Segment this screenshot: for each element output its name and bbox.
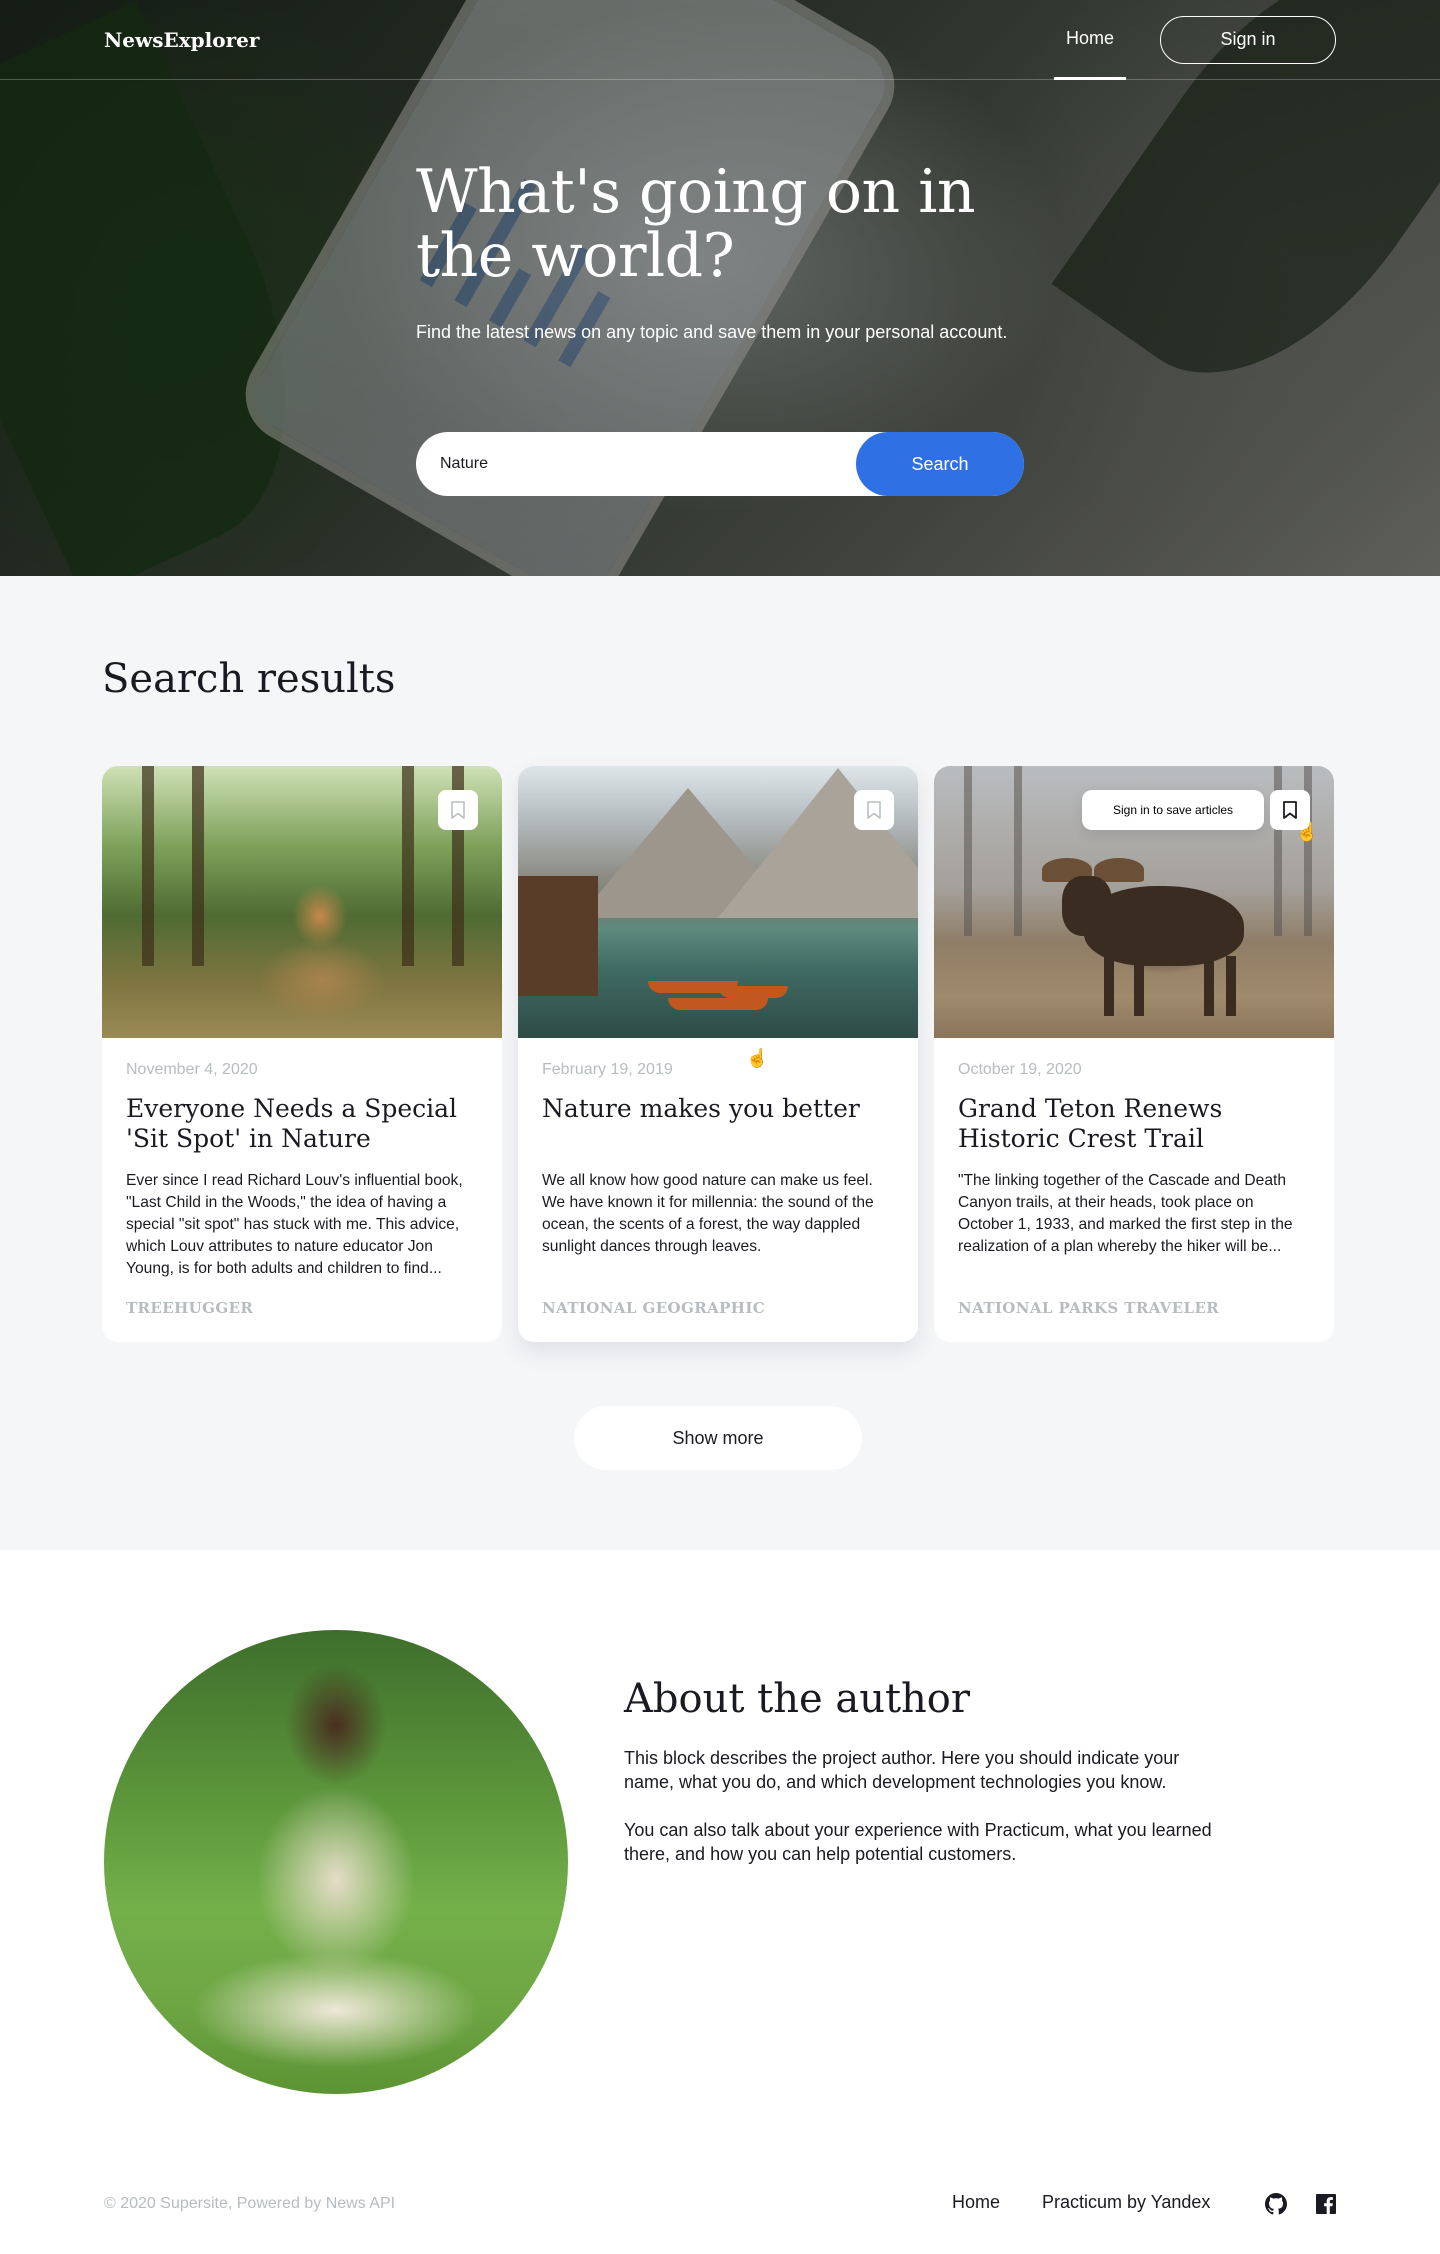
footer-links: Home Practicum by Yandex <box>952 2190 1210 2214</box>
card-image <box>102 766 502 1038</box>
card-source: Treehugger <box>126 1299 254 1317</box>
card-image <box>518 766 918 1038</box>
card-body: November 4, 2020 Everyone Needs a Specia… <box>102 1038 502 1280</box>
results-title: Search results <box>102 656 396 702</box>
bookmark-button[interactable] <box>854 790 894 830</box>
card-text: We all know how good nature can make us … <box>542 1172 874 1255</box>
facebook-icon[interactable] <box>1314 2192 1338 2216</box>
card-date: October 19, 2020 <box>958 1061 1082 1078</box>
card-body: February 19, 2019 Nature makes you bette… <box>518 1038 918 1280</box>
card-source: National Geographic <box>542 1299 766 1317</box>
footer-practicum-link[interactable]: Practicum by Yandex <box>1042 2190 1210 2214</box>
about-section: About the author This block describes th… <box>0 1550 1440 2144</box>
card-title: Grand Teton Renews Historic Crest Trail <box>958 1094 1223 1153</box>
card-title: Everyone Needs a Special 'Sit Spot' in N… <box>126 1094 458 1153</box>
copyright: © 2020 Supersite, Powered by News API <box>104 2195 396 2212</box>
pointer-cursor-icon: ☝ <box>746 1048 769 1068</box>
show-more-button[interactable]: Show more <box>574 1406 862 1470</box>
card-source: National Parks Traveler <box>958 1299 1220 1317</box>
news-card[interactable]: Sign in to save articles ☝ October 19, 2… <box>934 766 1334 1342</box>
hero-subtitle: Find the latest news on any topic and sa… <box>416 322 1008 342</box>
search-results-section: Search results November 4, 2020 Everyone… <box>0 576 1440 1550</box>
main-nav: Home Sign in <box>1053 0 1336 80</box>
site-footer: © 2020 Supersite, Powered by News API Ho… <box>0 2144 1440 2254</box>
site-header: NewsExplorer Home Sign in <box>0 0 1440 80</box>
card-text: Ever since I read Richard Louv's influen… <box>126 1172 463 1277</box>
hero-section: NewsExplorer Home Sign in What's going o… <box>0 0 1440 576</box>
bookmark-button[interactable] <box>438 790 478 830</box>
footer-home-link[interactable]: Home <box>952 2190 1000 2214</box>
card-title: Nature makes you better <box>542 1094 860 1123</box>
about-paragraph: This block describes the project author.… <box>624 1748 1180 1792</box>
card-text: "The linking together of the Cascade and… <box>958 1172 1293 1255</box>
search-form: Search <box>416 432 1024 496</box>
news-card[interactable]: November 4, 2020 Everyone Needs a Specia… <box>102 766 502 1342</box>
sign-in-tooltip: Sign in to save articles <box>1082 790 1264 830</box>
logo[interactable]: NewsExplorer <box>104 28 259 52</box>
pointer-cursor-icon: ☝ <box>1296 822 1319 842</box>
author-photo <box>104 1630 568 2094</box>
card-date: November 4, 2020 <box>126 1061 258 1078</box>
bookmark-icon <box>451 801 465 819</box>
hero-title: What's going on in the world? <box>416 157 976 291</box>
bookmark-icon <box>1283 801 1297 819</box>
news-card[interactable]: February 19, 2019 Nature makes you bette… <box>518 766 918 1342</box>
hero-content: What's going on in the world? Find the l… <box>416 160 1024 344</box>
search-button[interactable]: Search <box>856 432 1024 496</box>
results-card-list: November 4, 2020 Everyone Needs a Specia… <box>102 766 1334 1342</box>
footer-social <box>1264 2192 1338 2216</box>
bookmark-icon <box>867 801 881 819</box>
sign-in-button[interactable]: Sign in <box>1160 15 1336 64</box>
card-date: February 19, 2019 <box>542 1061 673 1078</box>
about-title: About the author <box>624 1676 970 1722</box>
nav-home-link[interactable]: Home <box>1053 0 1126 80</box>
search-input[interactable] <box>416 432 856 496</box>
card-image: Sign in to save articles ☝ <box>934 766 1334 1038</box>
about-text: About the author This block describes th… <box>624 1676 1224 1866</box>
card-body: October 19, 2020 Grand Teton Renews Hist… <box>934 1038 1334 1280</box>
github-icon[interactable] <box>1264 2192 1288 2216</box>
about-paragraph: You can also talk about your experience … <box>624 1820 1212 1864</box>
